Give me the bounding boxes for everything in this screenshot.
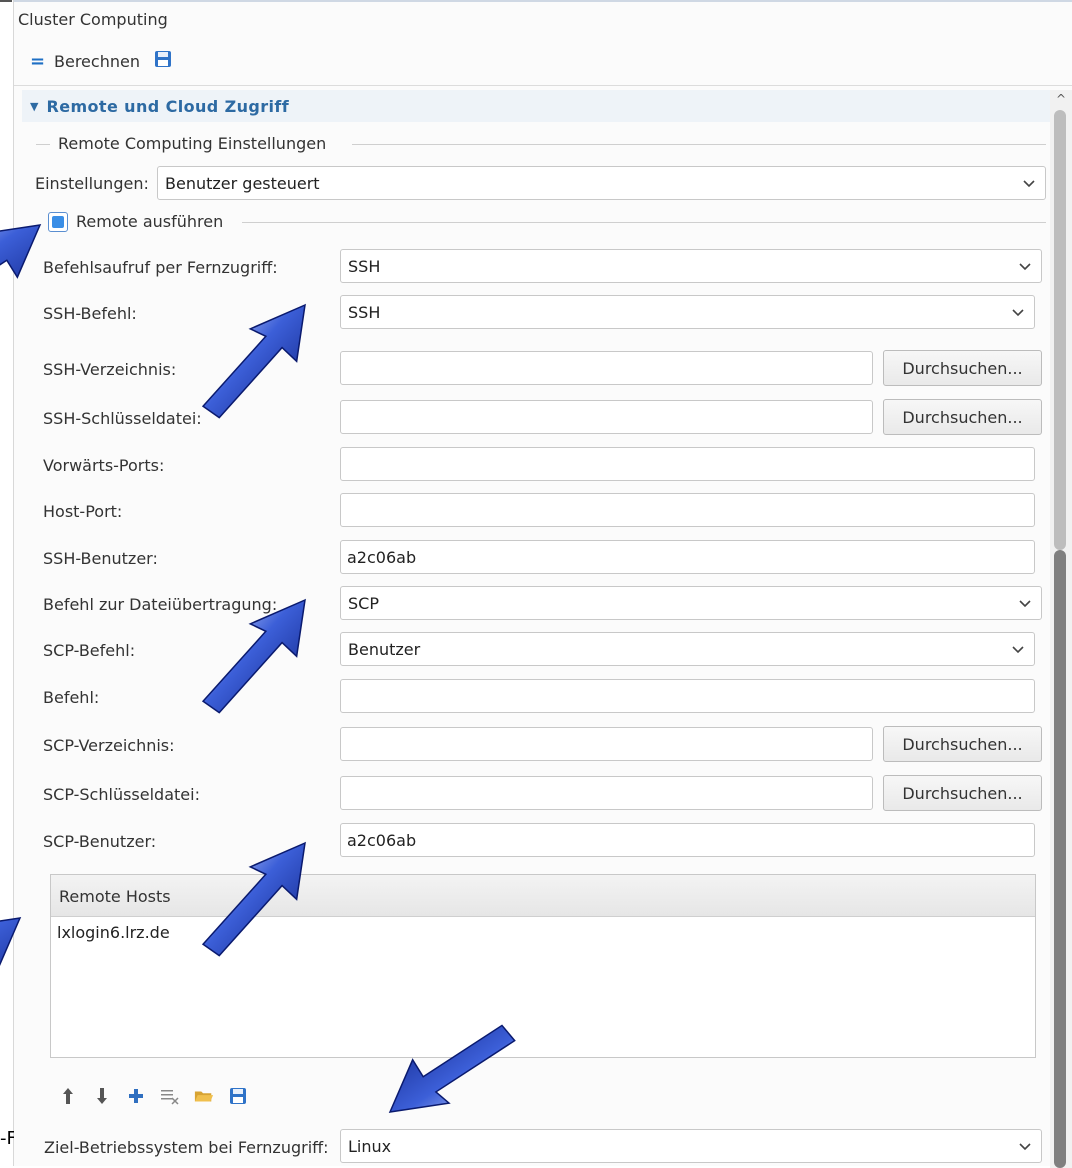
arrow-pointer-icon — [201, 303, 306, 419]
annotation-arrows-overlay — [0, 224, 516, 1113]
arrow-pointer-icon — [201, 598, 306, 714]
arrow-pointer-icon — [0, 224, 42, 313]
arrow-pointer-icon — [201, 841, 306, 957]
arrow-pointer-icon — [0, 917, 22, 1006]
arrow-pointer-icon — [388, 1024, 516, 1113]
